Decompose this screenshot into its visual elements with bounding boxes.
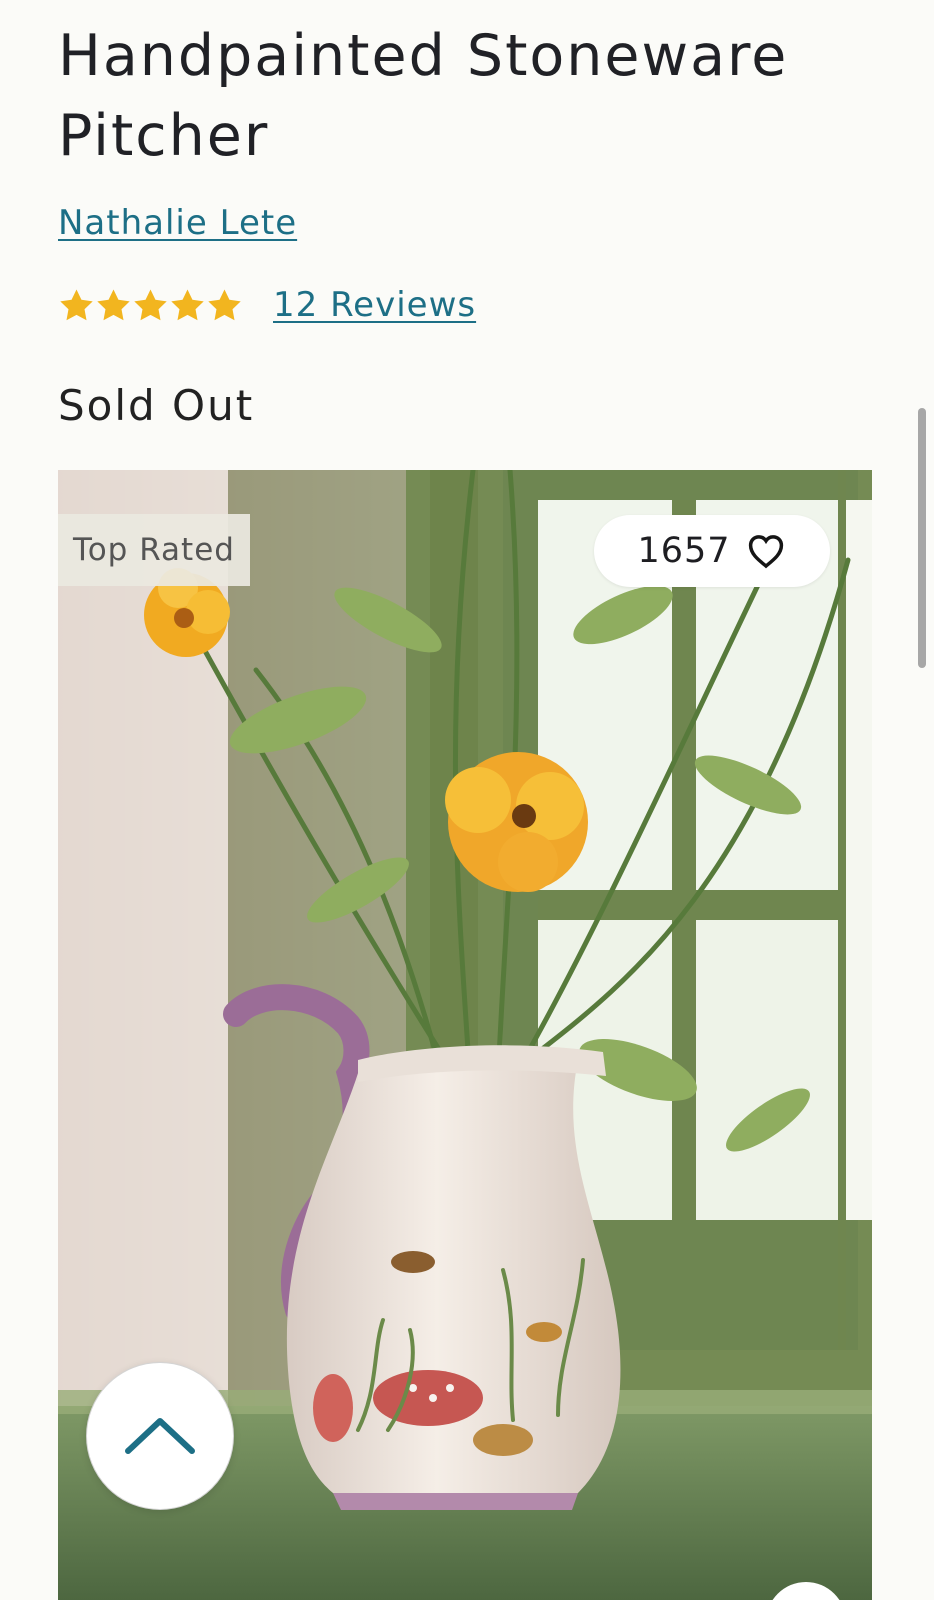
scroll-to-top-button[interactable]	[86, 1362, 234, 1510]
reviews-link[interactable]: 12 Reviews	[273, 282, 476, 328]
product-rating: 12 Reviews	[58, 282, 476, 328]
star-icon	[208, 288, 241, 320]
product-page: Handpainted Stoneware Pitcher Nathalie L…	[0, 0, 934, 1600]
product-title: Handpainted Stoneware Pitcher	[58, 23, 789, 169]
star-icon	[171, 288, 204, 320]
star-icon	[97, 288, 130, 320]
page-scrollbar[interactable]	[918, 408, 926, 668]
star-rating	[58, 287, 243, 324]
chevron-up-icon	[125, 1418, 195, 1454]
designer-link[interactable]: Nathalie Lete	[58, 200, 297, 246]
star-icon	[60, 288, 93, 320]
heart-outline-icon	[748, 535, 783, 569]
wishlist-count: 1657	[637, 530, 731, 571]
top-rated-badge: Top Rated	[58, 514, 250, 586]
availability-status: Sold Out	[58, 381, 255, 430]
wishlist-button[interactable]: 1657	[594, 515, 830, 587]
star-icon	[134, 288, 167, 320]
product-image[interactable]: Top Rated 1657	[58, 470, 872, 1600]
